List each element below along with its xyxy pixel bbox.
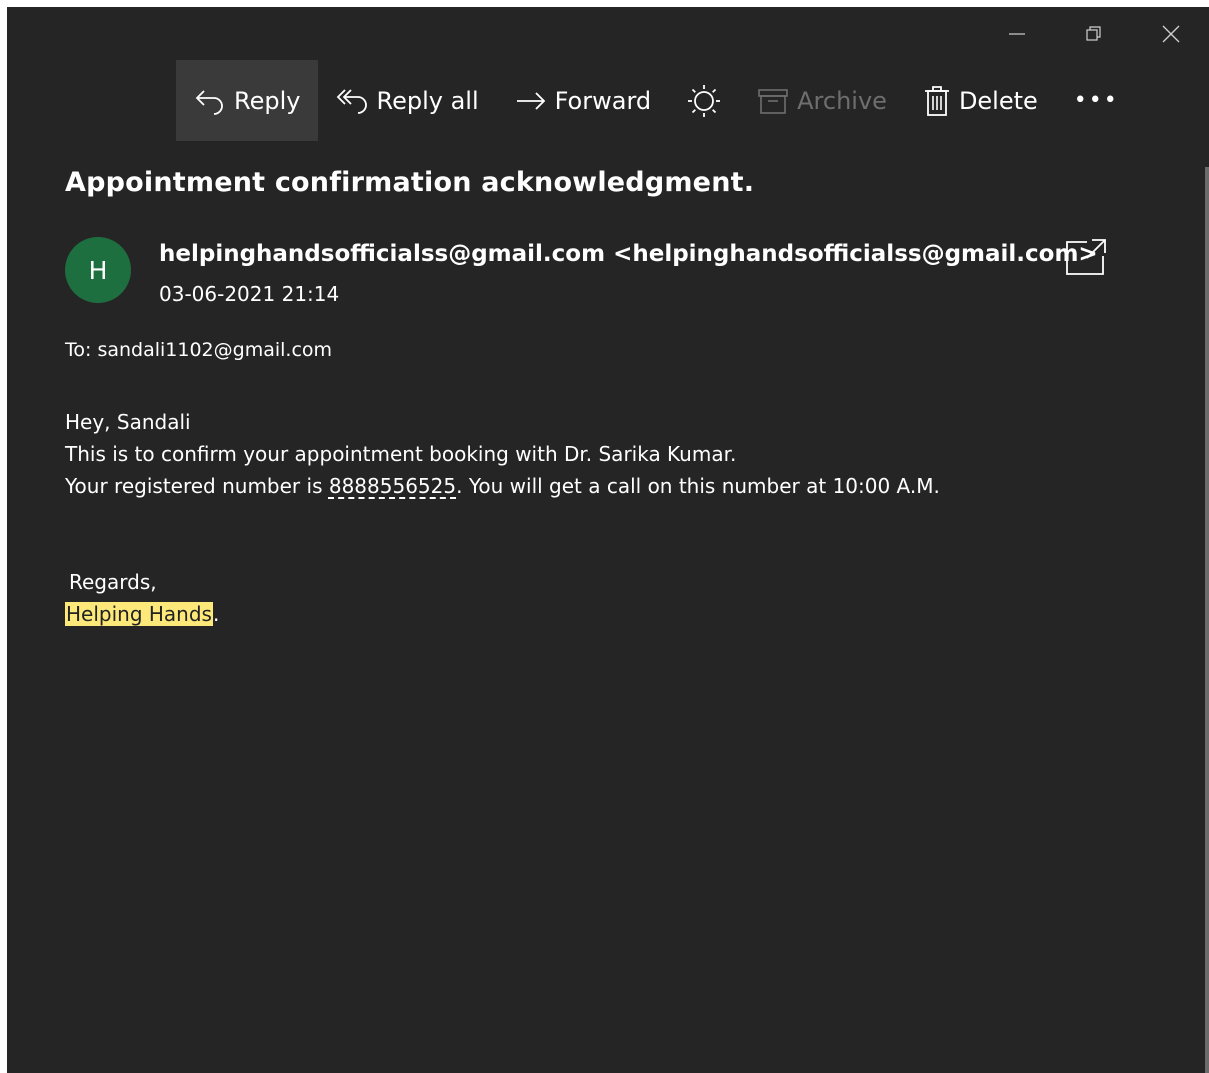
archive-box-icon: [758, 88, 788, 114]
message-toolbar: Reply Reply all Forward Archive Delete •…: [176, 60, 1137, 141]
open-in-new-window-button[interactable]: [1065, 238, 1107, 280]
open-in-new-window-icon: [1066, 239, 1106, 275]
forward-arrow-icon: [516, 91, 545, 110]
restore-button[interactable]: [1055, 7, 1132, 61]
message-body: Hey, Sandali This is to confirm your app…: [65, 406, 940, 630]
phone-number-link[interactable]: 8888556525: [329, 474, 456, 498]
theme-toggle-button[interactable]: [669, 60, 739, 141]
message-subject: Appointment confirmation acknowledgment.: [65, 167, 755, 198]
signature-name: Helping Hands: [65, 602, 213, 626]
body-line-2: Your registered number is 8888556525. Yo…: [65, 470, 940, 502]
reply-all-icon: [337, 88, 368, 114]
recipient-line: To: sandali1102@gmail.com: [65, 339, 333, 361]
message-date: 03-06-2021 21:14: [159, 282, 340, 306]
delete-label: Delete: [958, 86, 1038, 115]
minimize-button[interactable]: [978, 7, 1055, 61]
minimize-icon: [1008, 33, 1025, 35]
trash-icon: [924, 85, 949, 116]
reply-label: Reply: [234, 86, 301, 115]
close-icon: [1162, 25, 1179, 43]
body-line-2-suffix: . You will get a call on this number at …: [456, 474, 940, 498]
mail-window: Reply Reply all Forward Archive Delete •…: [7, 7, 1209, 1073]
signature-line: Helping Hands.: [65, 598, 940, 630]
forward-label: Forward: [554, 86, 652, 115]
sender-avatar: H: [65, 237, 131, 303]
restore-icon: [1085, 26, 1101, 41]
close-button[interactable]: [1132, 7, 1209, 61]
delete-button[interactable]: Delete: [905, 60, 1056, 141]
forward-button[interactable]: Forward: [497, 60, 670, 141]
regards: Regards,: [69, 570, 157, 594]
archive-button[interactable]: Archive: [739, 60, 905, 141]
body-line-1: This is to confirm your appointment book…: [65, 442, 737, 466]
more-options-button[interactable]: •••: [1056, 60, 1137, 141]
archive-label: Archive: [797, 86, 887, 115]
signature-suffix: .: [212, 602, 220, 626]
reply-all-button[interactable]: Reply all: [318, 60, 496, 141]
avatar-initial: H: [88, 255, 108, 285]
body-line-2-prefix: Your registered number is: [65, 474, 329, 498]
reply-button[interactable]: Reply: [176, 60, 319, 141]
window-caption-controls: [978, 7, 1209, 61]
greeting: Hey, Sandali: [65, 410, 191, 434]
sender-address[interactable]: helpinghandsofficialss@gmail.com <helpin…: [159, 241, 1098, 267]
more-options-icon: •••: [1073, 88, 1119, 113]
scrollbar[interactable]: [1205, 167, 1209, 1073]
reply-all-label: Reply all: [376, 86, 479, 115]
sun-icon: [688, 84, 721, 117]
reply-arrow-icon: [195, 89, 223, 115]
